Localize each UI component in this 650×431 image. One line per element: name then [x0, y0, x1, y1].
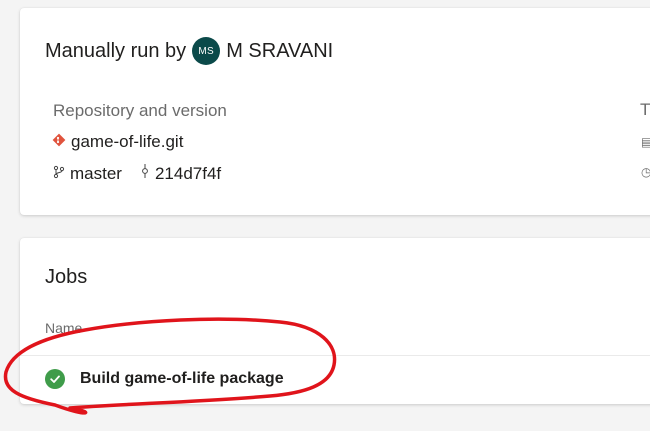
check-circle-icon	[45, 369, 65, 389]
avatar[interactable]: MS	[192, 37, 221, 65]
avatar-initials: MS	[198, 45, 214, 57]
jobs-title: Jobs	[45, 266, 88, 288]
commit-id: 214d7f4f	[154, 163, 222, 183]
repository-link[interactable]: game-of-life.git	[52, 132, 183, 152]
commit-link[interactable]: 214d7f4f	[140, 163, 221, 184]
jobs-card: Jobs Name Build game-of-life package	[20, 238, 650, 404]
branch-name[interactable]: master	[70, 164, 122, 184]
column-header-name: Name	[45, 320, 83, 336]
job-row[interactable]: Build game-of-life package	[45, 369, 284, 389]
run-summary-card: Manually run by MS M SRAVANI Repository …	[20, 8, 650, 215]
repository-name: game-of-life.git	[71, 132, 184, 151]
right-column-label: T	[640, 100, 650, 119]
run-title: Manually run by MS M SRAVANI	[45, 37, 333, 65]
divider	[20, 355, 650, 356]
calendar-icon: ▤	[641, 135, 650, 149]
job-name: Build game-of-life package	[80, 370, 284, 387]
branch-icon	[52, 164, 66, 184]
git-diamond-icon	[52, 132, 66, 152]
version-line: master 214d7f4f	[52, 163, 221, 184]
commit-icon	[140, 163, 150, 184]
clock-icon: ◷	[641, 165, 650, 179]
repository-section-label: Repository and version	[53, 101, 227, 120]
user-name[interactable]: M SRAVANI	[226, 40, 333, 63]
run-by-label: Manually run by	[45, 39, 187, 62]
